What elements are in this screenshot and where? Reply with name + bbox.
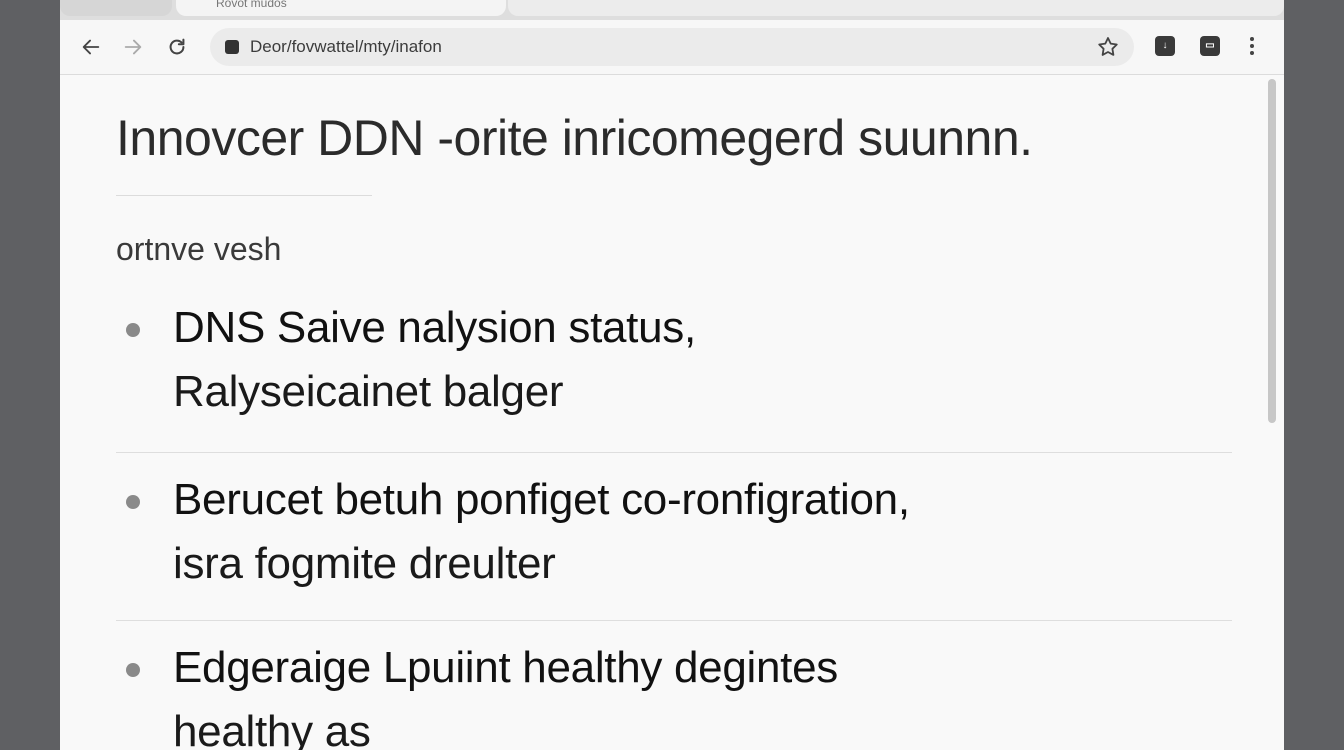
list-item-line2: isra fogmite dreulter xyxy=(173,539,556,588)
section-label: ortnve vesh xyxy=(116,231,282,267)
star-icon[interactable] xyxy=(1096,35,1120,59)
divider xyxy=(116,195,372,196)
extension-icon[interactable]: ▭ xyxy=(1200,36,1220,56)
tab-inactive-right[interactable] xyxy=(508,0,1284,16)
page-content: Innovcer DDN -orite inricomegerd suunnn.… xyxy=(60,75,1284,750)
tab-title: Rovot mudos xyxy=(216,0,287,10)
bullet-icon xyxy=(126,495,140,509)
divider xyxy=(116,620,1232,621)
tab-strip: Rovot mudos xyxy=(60,0,1284,20)
site-info-icon[interactable] xyxy=(225,40,239,54)
forward-button[interactable] xyxy=(118,32,148,62)
extension-icon[interactable]: ↓ xyxy=(1155,36,1175,56)
list-item-line1: Edgeraige Lpuiint healthy degintes xyxy=(173,643,838,692)
scrollbar-thumb[interactable] xyxy=(1268,79,1276,423)
arrow-right-icon xyxy=(124,39,142,55)
browser-toolbar: Deor/fovwattel/mty/inafon ↓ ▭ xyxy=(60,20,1284,75)
tab-inactive-left[interactable] xyxy=(60,0,172,16)
list-item-line1: DNS Saive nalysion status, xyxy=(173,303,696,352)
list-item-line2: healthy as xyxy=(173,707,371,750)
url-text[interactable]: Deor/fovwattel/mty/inafon xyxy=(250,37,442,57)
more-vert-icon[interactable] xyxy=(1240,34,1264,58)
reload-button[interactable] xyxy=(162,32,192,62)
page-title: Innovcer DDN -orite inricomegerd suunnn. xyxy=(116,110,1033,166)
arrow-left-icon xyxy=(82,39,100,55)
list-item-line1: Berucet betuh ponfiget co-ronfigration, xyxy=(173,475,910,524)
bullet-icon xyxy=(126,663,140,677)
browser-window: Rovot mudos Deor/fovwattel/mty/inafon ↓ … xyxy=(60,0,1284,750)
back-button[interactable] xyxy=(76,32,106,62)
address-bar[interactable]: Deor/fovwattel/mty/inafon xyxy=(210,28,1134,66)
divider xyxy=(116,452,1232,453)
bullet-icon xyxy=(126,323,140,337)
list-item-line2: Ralyseicainet balger xyxy=(173,367,564,416)
reload-icon xyxy=(169,38,185,55)
